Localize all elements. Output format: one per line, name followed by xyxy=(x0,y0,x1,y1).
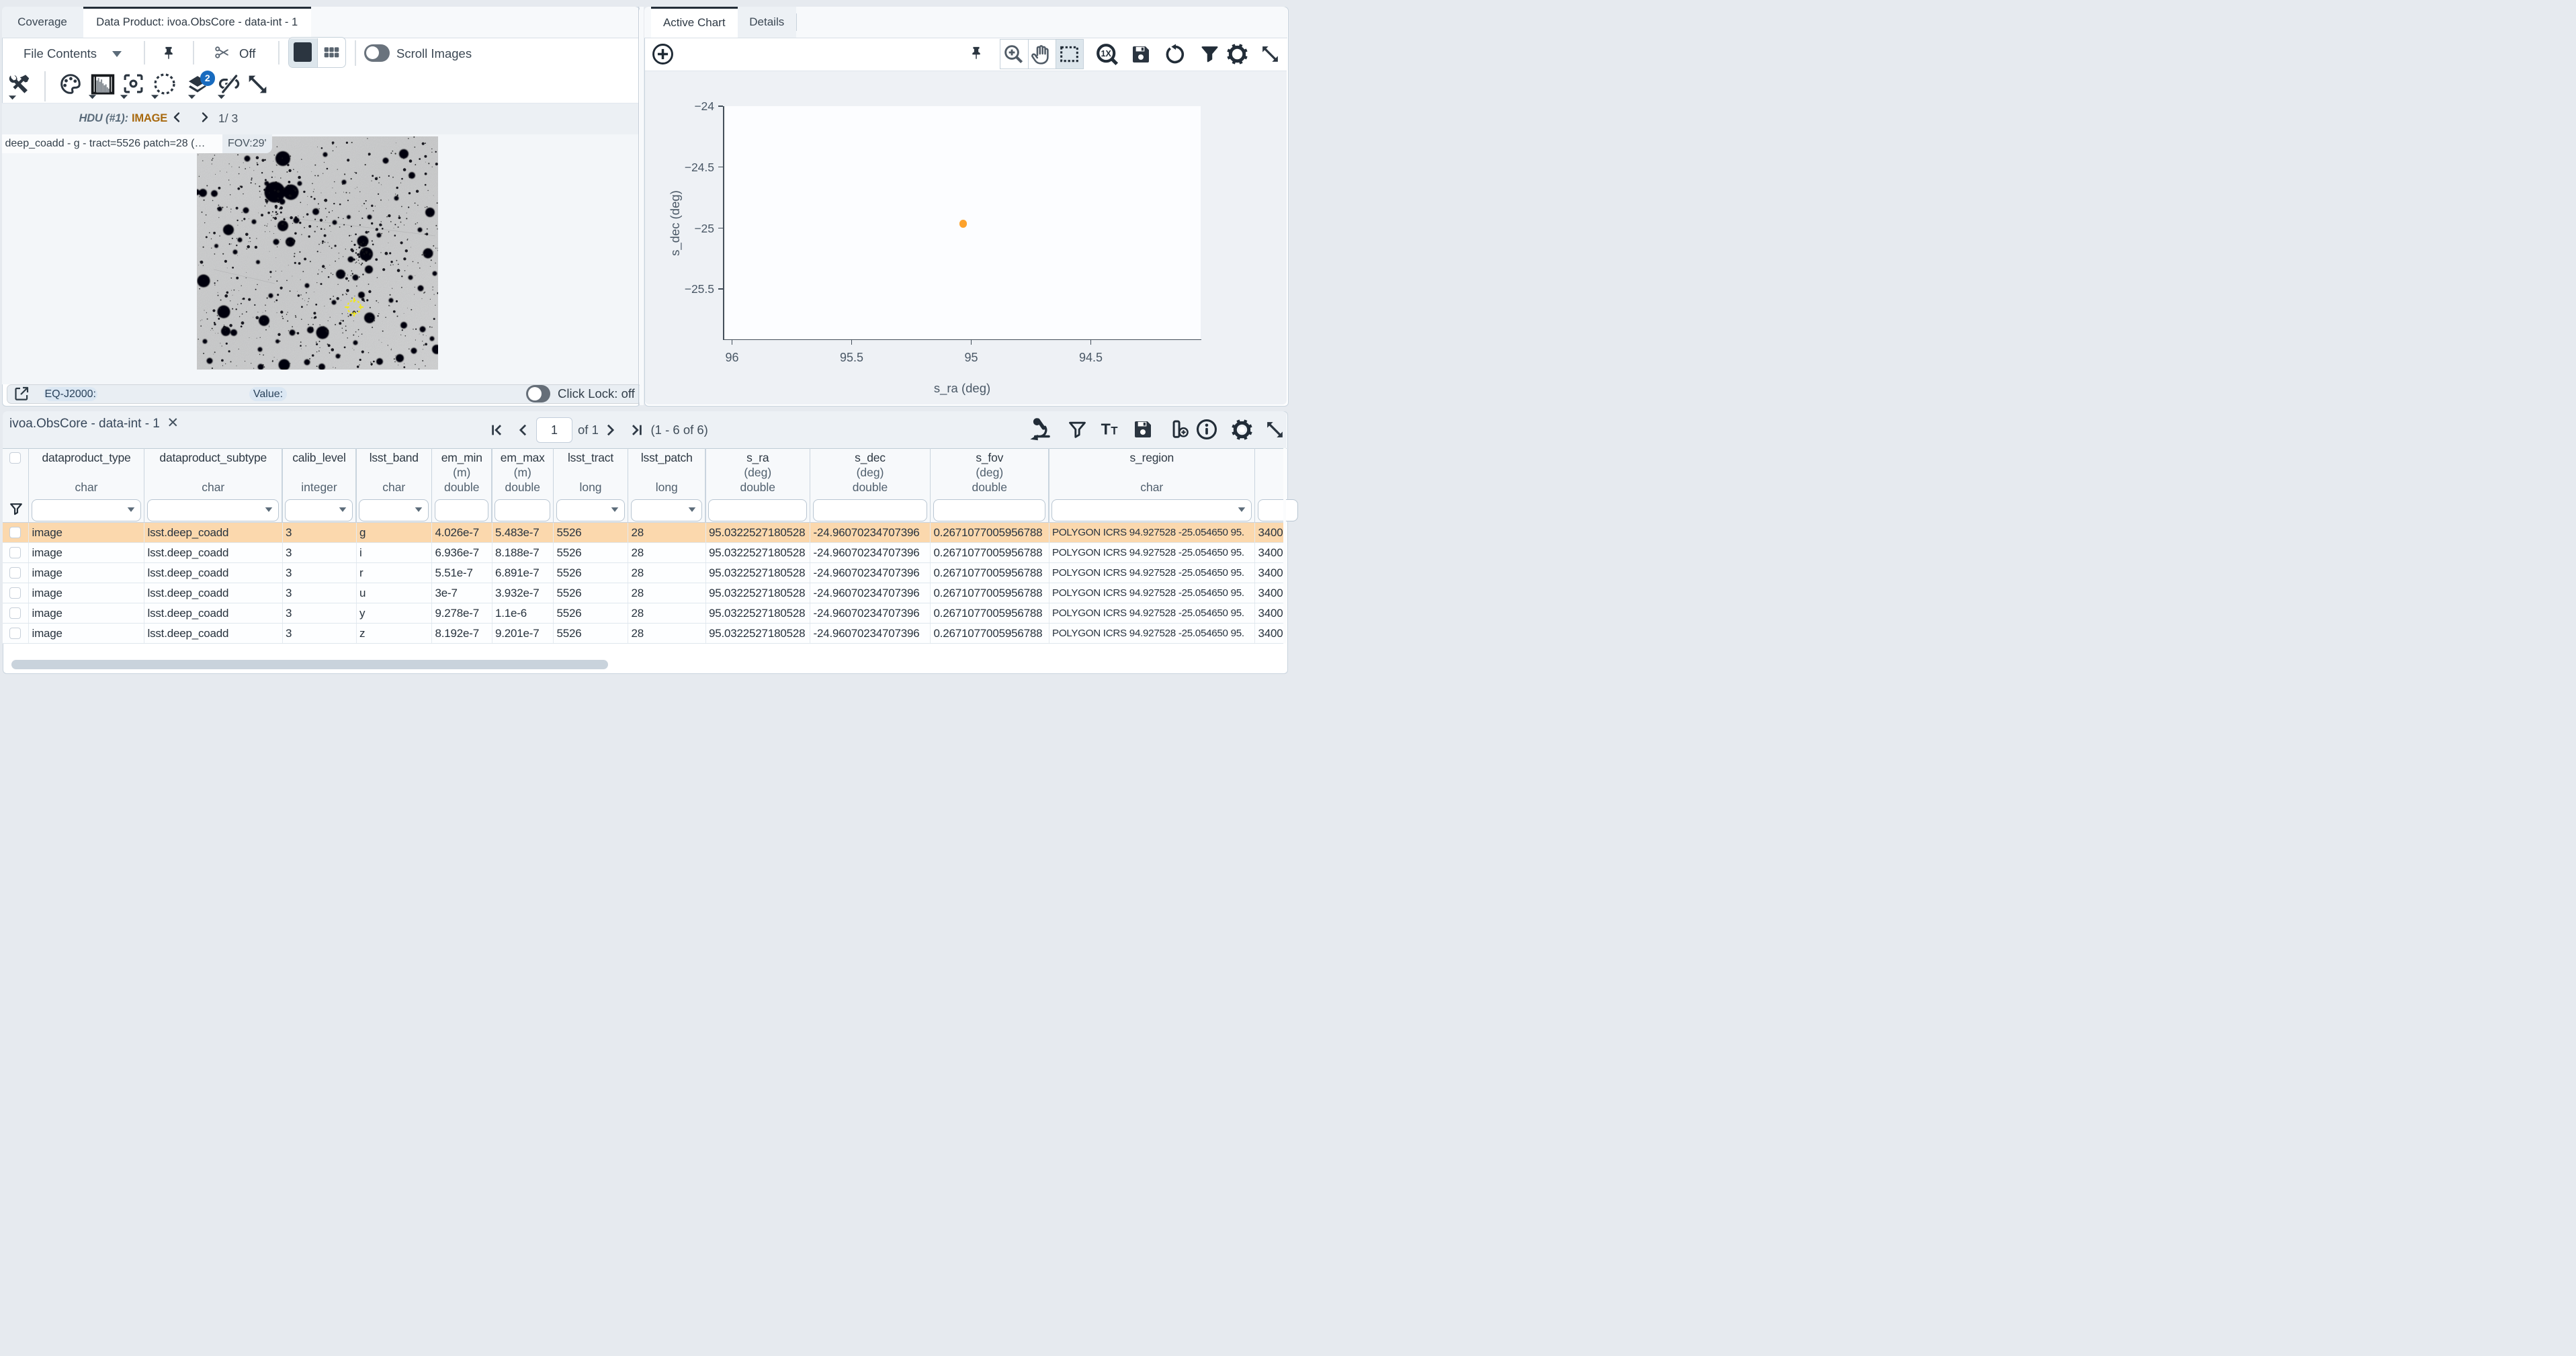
svg-text:T: T xyxy=(1111,424,1117,437)
svg-text:1X: 1X xyxy=(1101,49,1111,58)
svg-text:T: T xyxy=(1101,420,1111,437)
